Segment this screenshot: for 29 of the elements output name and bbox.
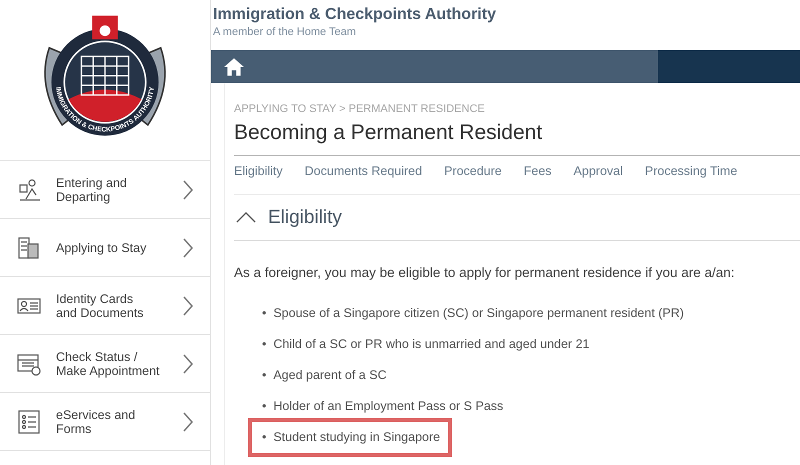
chevron-right-icon	[182, 236, 194, 258]
sidebar-item[interactable]: Identity Cards and Documents	[0, 277, 210, 335]
chevron-right-icon	[182, 352, 194, 374]
intro-text: As a foreigner, you may be eligible to apply for permanent residence if you are a/an:	[234, 265, 736, 280]
home-icon[interactable]	[223, 56, 245, 78]
section-title: Eligibility	[268, 206, 342, 228]
chevron-right-icon	[182, 178, 194, 200]
sidebar-item[interactable]: Check Status / Make Appointment	[0, 335, 210, 393]
caret-icon[interactable]	[236, 212, 256, 223]
bullet-item: • Spouse of a Singapore citizen (SC) or Singapore permanent resident (PR)	[262, 305, 684, 322]
breadcrumb: APPLYING TO STAY > PERMANENT RESIDENCE	[234, 103, 486, 115]
sidebar-item[interactable]: Applying to Stay	[0, 219, 210, 277]
checklist-icon	[16, 408, 42, 434]
section-tab[interactable]: Processing Time	[644, 164, 738, 194]
bullet-item: • Holder of an Employment Pass or S Pass	[262, 398, 504, 415]
bullet-item: • Aged parent of a SC	[262, 367, 387, 384]
bullet-item: • Child of a SC or PR who is unmarried and aged under 21	[262, 336, 590, 353]
section-tab[interactable]: Eligibility	[234, 164, 283, 194]
sidebar-item[interactable]: eServices and Forms	[0, 393, 210, 451]
site-subtitle: A member of the Home Team	[213, 26, 357, 38]
chevron-right-icon	[182, 410, 194, 432]
site-title: Immigration & Checkpoints Authority	[213, 6, 497, 24]
sidebar-item[interactable]: Entering and Departing	[0, 161, 210, 219]
section-tab[interactable]: Fees	[524, 164, 552, 194]
section-tab[interactable]: Documents Required	[304, 164, 422, 194]
page-title: Becoming a Permanent Resident	[234, 121, 800, 156]
section-tab[interactable]: Procedure	[444, 164, 502, 194]
chevron-right-icon	[182, 294, 194, 316]
section-tab[interactable]: Approval	[574, 164, 623, 194]
